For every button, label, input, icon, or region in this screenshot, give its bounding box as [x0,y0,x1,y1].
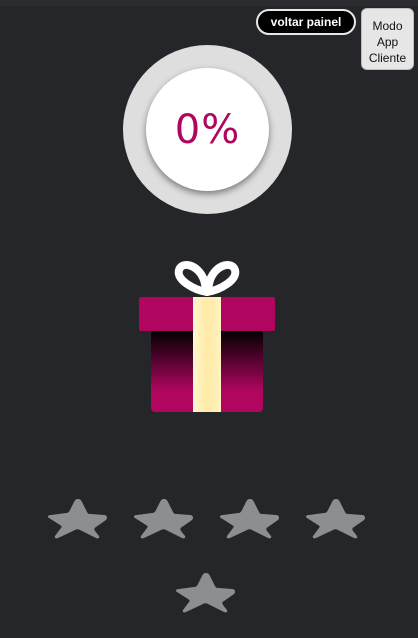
progress-circle: 0% [146,68,269,191]
rating-star-icon[interactable] [302,497,370,539]
top-strip [0,0,418,6]
mode-label-line-1: Modo [372,18,403,33]
rating-star-icon[interactable] [130,497,198,539]
rating-star-icon[interactable] [216,497,284,539]
rating-star-icon[interactable] [172,566,240,618]
mode-label-line-3: Cliente [368,50,407,65]
mode-label-line-2: App [376,34,399,49]
back-to-panel-button[interactable]: voltar painel [256,9,356,35]
client-app-mode-button[interactable]: Modo App Cliente [361,8,414,70]
rating-star-icon[interactable] [44,497,112,539]
progress-ring: 0% [123,45,292,214]
progress-percentage: 0% [174,106,241,153]
gift-icon [136,258,278,422]
